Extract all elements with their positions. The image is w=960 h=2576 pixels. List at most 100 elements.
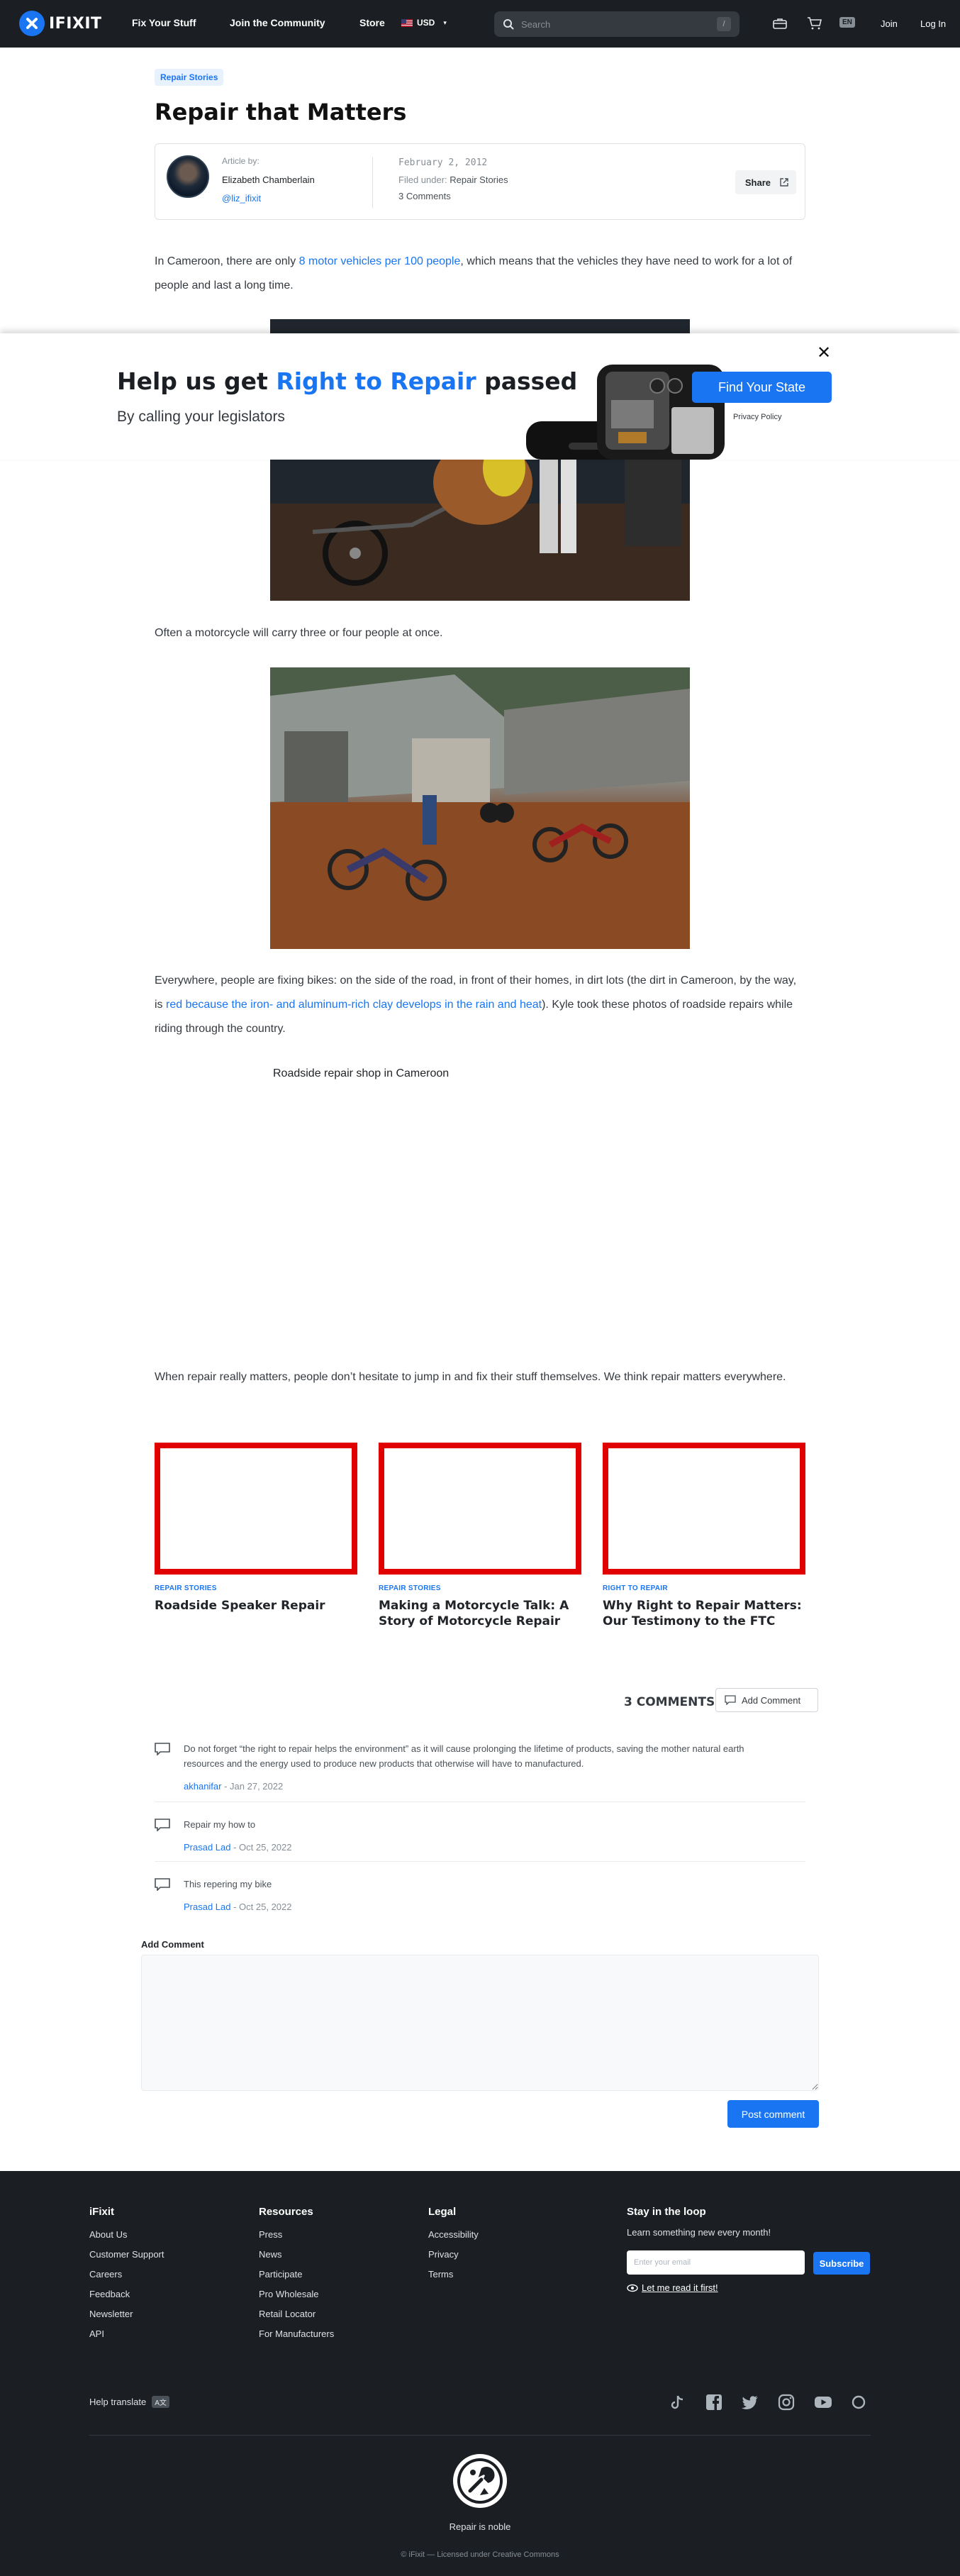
footer-link-manufacturers[interactable]: For Manufacturers [259, 2328, 334, 2339]
footer-link-feedback[interactable]: Feedback [89, 2289, 130, 2299]
article-tag[interactable]: Repair Stories [155, 69, 224, 86]
youtube-icon[interactable] [814, 2393, 832, 2411]
add-comment-button[interactable]: Add Comment [715, 1688, 818, 1712]
comment-text: Repair my how to [184, 1819, 256, 1830]
find-your-state-button[interactable]: Find Your State [692, 372, 832, 403]
translate-icon: A文 [152, 2396, 169, 2408]
related-article-image[interactable] [379, 1443, 581, 1575]
filed-category-link[interactable]: Repair Stories [450, 174, 508, 185]
footer-link-news[interactable]: News [259, 2249, 282, 2260]
comment-byline: Prasad Lad - Oct 25, 2022 [184, 1842, 292, 1853]
comment-byline: Prasad Lad - Oct 25, 2022 [184, 1902, 292, 1912]
search-input[interactable]: Search / [494, 11, 739, 37]
search-icon [503, 19, 514, 30]
footer-link-newsletter[interactable]: Newsletter [89, 2309, 133, 2319]
read-it-first-label: Let me read it first! [642, 2282, 718, 2293]
footer-resources-heading: Resources [259, 2206, 313, 2218]
footer-link-pro-wholesale[interactable]: Pro Wholesale [259, 2289, 319, 2299]
close-icon[interactable]: ✕ [817, 343, 831, 363]
related-article-title[interactable]: Roadside Speaker Repair [155, 1598, 357, 1614]
language-selector[interactable]: EN [839, 17, 855, 28]
nav-fix-your-stuff[interactable]: Fix Your Stuff [132, 17, 196, 28]
embed-caption: Roadside repair shop in Cameroon [273, 1067, 450, 1079]
meta-divider [372, 157, 373, 208]
tiktok-icon[interactable] [668, 2393, 686, 2411]
comment-text: This repering my bike [184, 1879, 272, 1889]
comment-icon [155, 1743, 170, 1755]
comment-text: Do not forget “the right to repair helps… [184, 1743, 744, 1769]
footer-link-privacy[interactable]: Privacy [428, 2249, 459, 2260]
comment-icon [155, 1878, 170, 1891]
right-to-repair-banner: ✕ Help us get Right to Repair passed By … [0, 333, 960, 460]
comment-author-link[interactable]: Prasad Lad [184, 1842, 231, 1853]
twitter-icon[interactable] [741, 2393, 759, 2411]
article-paragraph-1: In Cameroon, there are only 8 motor vehi… [155, 250, 805, 298]
article-by-label: Article by: [222, 156, 259, 166]
toolbox-icon[interactable] [771, 16, 788, 31]
footer-link-terms[interactable]: Terms [428, 2269, 453, 2280]
footer: iFixit About Us Customer Support Careers… [0, 2171, 960, 2576]
privacy-policy-link[interactable]: Privacy Policy [733, 413, 781, 421]
post-comment-button[interactable]: Post comment [727, 2100, 819, 2128]
related-article-tag[interactable]: REPAIR STORIES [155, 1584, 357, 1592]
related-article-title[interactable]: Making a Motorcycle Talk: A Story of Mot… [379, 1598, 581, 1629]
author-avatar[interactable] [167, 155, 209, 198]
related-article-tag[interactable]: RIGHT TO REPAIR [603, 1584, 805, 1592]
footer-link-press[interactable]: Press [259, 2229, 282, 2240]
comments-heading: 3 COMMENTS [624, 1695, 715, 1709]
eye-icon [627, 2284, 638, 2292]
footer-link-careers[interactable]: Careers [89, 2269, 122, 2280]
roadside-repair-photo [270, 667, 690, 949]
instagram-icon[interactable] [777, 2393, 796, 2411]
footer-link-participate[interactable]: Participate [259, 2269, 302, 2280]
footer-link-support[interactable]: Customer Support [89, 2249, 164, 2260]
comment-byline: akhanifar - Jan 27, 2022 [184, 1781, 283, 1792]
related-article-card[interactable]: REPAIR STORIES Making a Motorcycle Talk:… [379, 1443, 581, 1629]
login-link[interactable]: Log In [920, 18, 946, 29]
repair-is-noble-logo[interactable] [452, 2453, 508, 2509]
help-translate-link[interactable]: Help translate A文 [89, 2396, 169, 2408]
footer-license: © iFixit — Licensed under Creative Commo… [401, 2550, 559, 2559]
comment-textarea[interactable] [141, 1955, 819, 2091]
footer-link-retail-locator[interactable]: Retail Locator [259, 2309, 316, 2319]
footer-link-api[interactable]: API [89, 2328, 104, 2339]
footer-tagline: Repair is noble [449, 2521, 511, 2532]
comment-author-link[interactable]: akhanifar [184, 1781, 221, 1792]
related-article-title[interactable]: Why Right to Repair Matters: Our Testimo… [603, 1598, 805, 1629]
vehicles-stat-link[interactable]: 8 motor vehicles per 100 people [299, 255, 461, 267]
promo-title-before: Help us get [117, 367, 277, 395]
nav-join-community[interactable]: Join the Community [230, 17, 325, 28]
related-article-image[interactable] [603, 1443, 805, 1575]
share-button[interactable]: Share [735, 170, 796, 194]
footer-legal-heading: Legal [428, 2206, 457, 2218]
ifixit-logo[interactable]: IFIXIT [19, 11, 102, 36]
footer-link-accessibility[interactable]: Accessibility [428, 2229, 479, 2240]
comment-date: - Jan 27, 2022 [221, 1781, 284, 1792]
cart-icon[interactable] [806, 16, 823, 31]
comment-date: - Oct 25, 2022 [230, 1902, 292, 1912]
related-article-tag[interactable]: REPAIR STORIES [379, 1584, 581, 1592]
footer-ifixit-heading: iFixit [89, 2206, 115, 2218]
currency-selector[interactable]: USD ▾ [401, 18, 447, 28]
author-handle-link[interactable]: @liz_ifixit [222, 193, 261, 204]
comment-author-link[interactable]: Prasad Lad [184, 1902, 231, 1912]
footer-link-about[interactable]: About Us [89, 2229, 127, 2240]
article-paragraph-2: Often a motorcycle will carry three or f… [155, 627, 443, 639]
comment-divider [155, 1861, 805, 1862]
related-article-card[interactable]: RIGHT TO REPAIR Why Right to Repair Matt… [603, 1443, 805, 1629]
subscribe-button[interactable]: Subscribe [813, 2252, 870, 2275]
related-article-image[interactable] [155, 1443, 357, 1575]
comment-icon [155, 1819, 170, 1831]
facebook-icon[interactable] [705, 2393, 723, 2411]
p1-text-before: In Cameroon, there are only [155, 255, 299, 267]
related-article-card[interactable]: REPAIR STORIES Roadside Speaker Repair [155, 1443, 357, 1614]
red-dirt-link[interactable]: red because the iron- and aluminum-rich … [166, 999, 542, 1011]
comments-count-link[interactable]: 3 Comments [398, 191, 451, 201]
logo-text: IFIXIT [49, 14, 102, 33]
mastodon-icon[interactable] [849, 2393, 868, 2411]
join-link[interactable]: Join [881, 18, 898, 29]
nav-store[interactable]: Store [359, 17, 385, 28]
article-date: February 2, 2012 [398, 157, 488, 168]
read-it-first-link[interactable]: Let me read it first! [627, 2282, 718, 2293]
newsletter-email-input[interactable]: Enter your email [627, 2250, 805, 2275]
